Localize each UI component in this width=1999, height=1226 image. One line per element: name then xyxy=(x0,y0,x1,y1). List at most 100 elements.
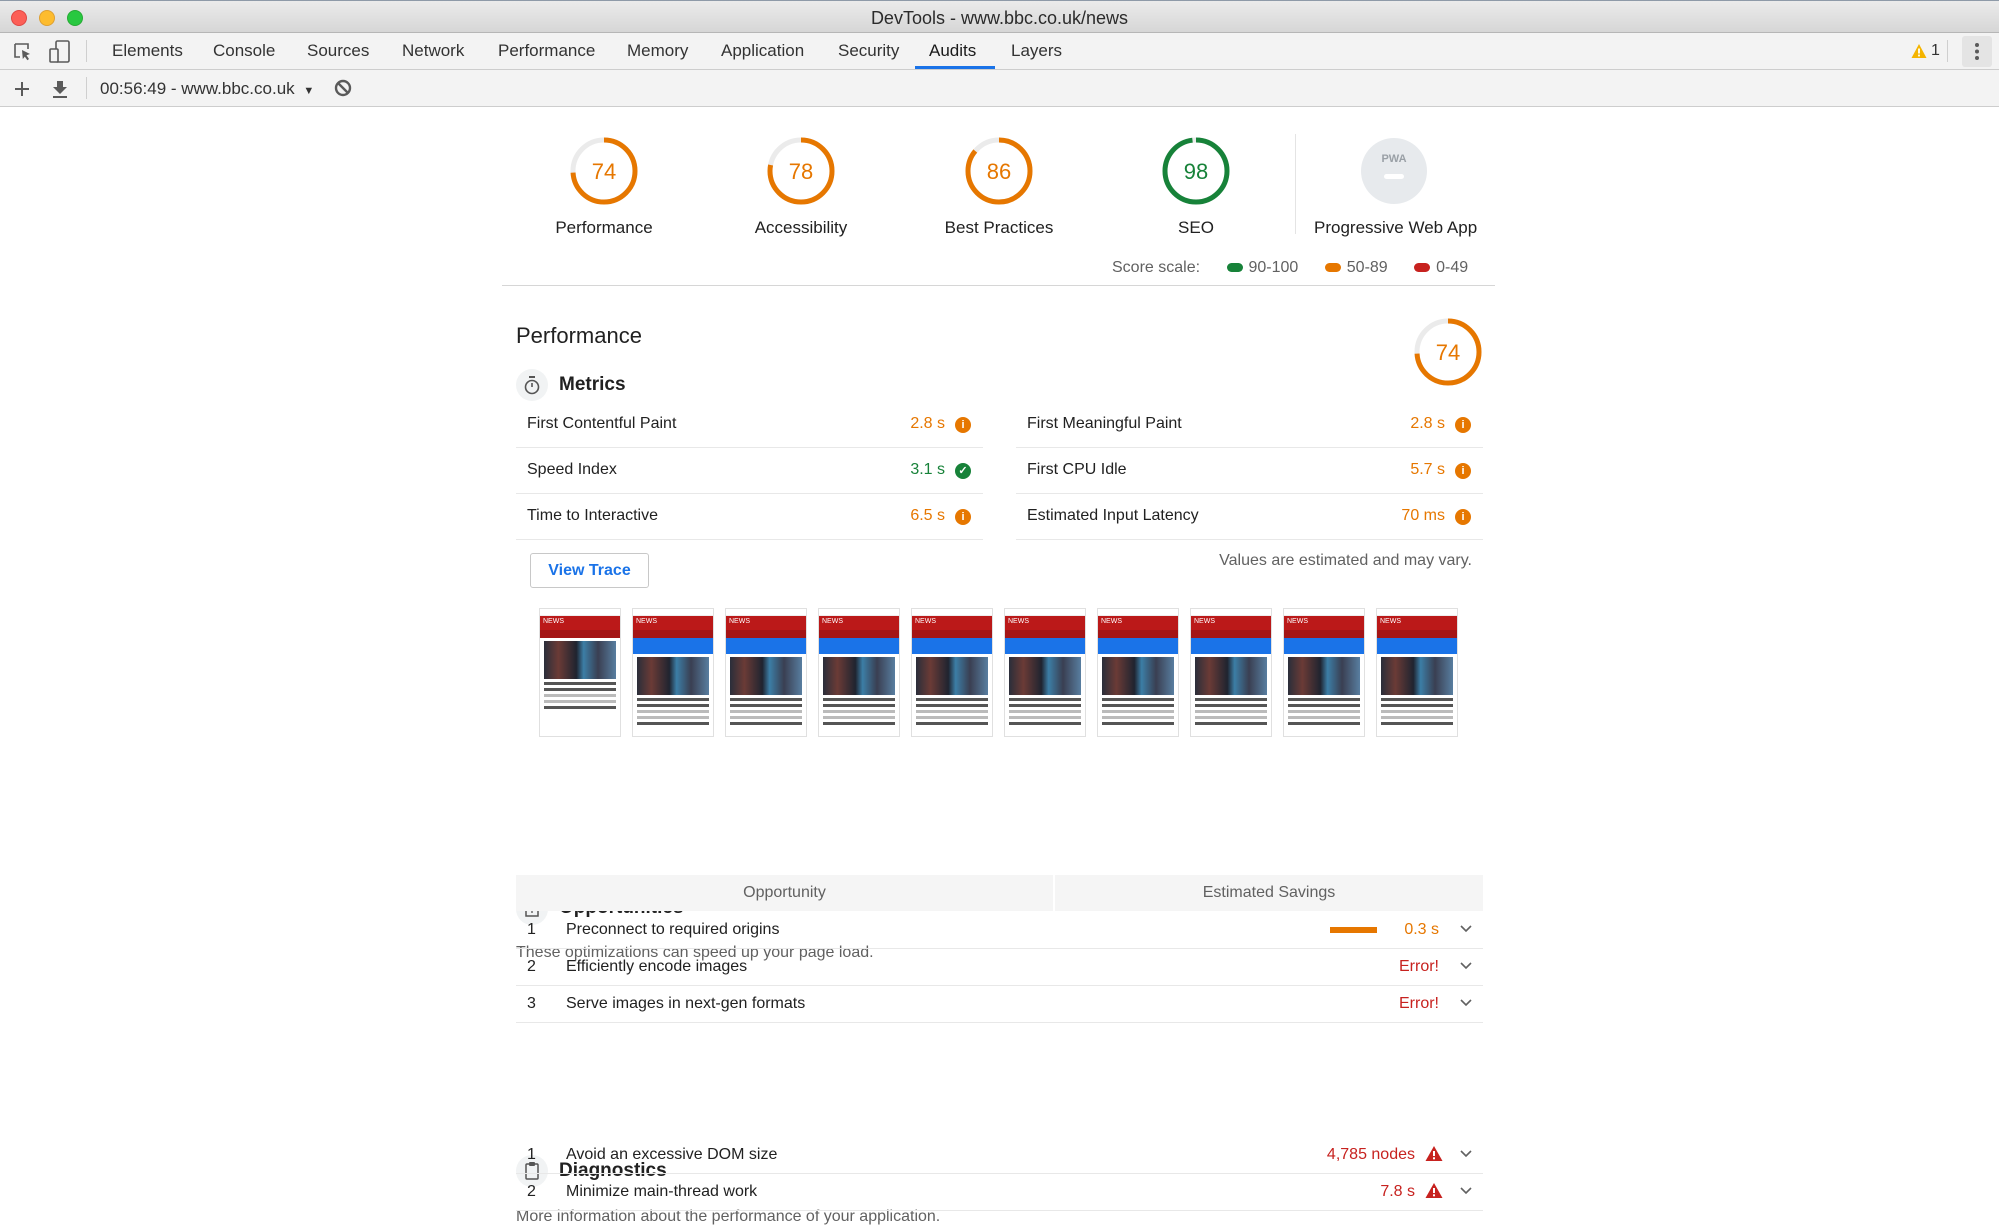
warning-triangle-icon xyxy=(1911,44,1927,58)
fail-range: 0-49 xyxy=(1436,259,1469,276)
chevron-down-icon[interactable] xyxy=(1459,1180,1473,1205)
diagnostic-row[interactable]: 2 Minimize main-thread work 7.8 s xyxy=(516,1174,1483,1211)
row-title: Minimize main-thread work xyxy=(566,1183,758,1200)
metric-value: 6.5 s xyxy=(910,507,945,524)
check-circle-icon: ✓ xyxy=(955,463,971,479)
tab-performance[interactable]: Performance xyxy=(484,33,609,69)
filmstrip-frame: NEWS xyxy=(911,608,993,737)
gauge-accessibility[interactable]: 78 Accessibility xyxy=(721,136,881,238)
row-title: Serve images in next-gen formats xyxy=(566,995,806,1012)
fail-swatch xyxy=(1414,262,1431,272)
audits-toolbar: 00:56:49 - www.bbc.co.uk ▼ xyxy=(0,70,1999,107)
score-ring: 74 xyxy=(570,137,638,205)
metric-label: First Meaningful Paint xyxy=(1027,415,1182,432)
window-title-bar: DevTools - www.bbc.co.uk/news xyxy=(0,0,1999,33)
score-ring: 98 xyxy=(1162,137,1230,205)
tab-layers[interactable]: Layers xyxy=(997,33,1076,69)
gauge-label: Performance xyxy=(555,218,653,237)
info-circle-icon: i xyxy=(955,509,971,525)
gauge-label: SEO xyxy=(1178,218,1214,237)
opportunity-row[interactable]: 2 Efficiently encode images Error! xyxy=(516,949,1483,986)
chevron-down-icon[interactable] xyxy=(1459,955,1473,980)
opportunity-row[interactable]: 3 Serve images in next-gen formats Error! xyxy=(516,986,1483,1023)
score-ring: 86 xyxy=(965,137,1033,205)
average-range: 50-89 xyxy=(1346,259,1388,276)
tab-application[interactable]: Application xyxy=(707,33,818,69)
savings-bar xyxy=(1330,927,1377,933)
filmstrip-frame: NEWS xyxy=(1376,608,1458,737)
gauge-performance[interactable]: 74 Performance xyxy=(524,136,684,238)
row-number: 1 xyxy=(527,1146,536,1163)
performance-section-title: Performance xyxy=(516,323,642,348)
tab-console[interactable]: Console xyxy=(199,33,289,69)
tab-network[interactable]: Network xyxy=(388,33,478,69)
report-selector[interactable]: 00:56:49 - www.bbc.co.uk ▼ xyxy=(100,79,314,99)
filmstrip-frame: NEWS xyxy=(1097,608,1179,737)
svg-text:74: 74 xyxy=(1436,340,1460,365)
download-icon[interactable] xyxy=(50,79,70,104)
section-divider xyxy=(502,285,1495,286)
window-title: DevTools - www.bbc.co.uk/news xyxy=(870,8,1129,28)
row-number: 3 xyxy=(527,995,536,1012)
pwa-badge-icon: PWA xyxy=(1361,138,1427,204)
metric-label: First Contentful Paint xyxy=(527,415,677,432)
row-number: 1 xyxy=(527,921,536,938)
gauge-label: Progressive Web App xyxy=(1314,218,1478,237)
plus-icon[interactable] xyxy=(12,79,32,104)
tab-security[interactable]: Security xyxy=(824,33,913,69)
info-circle-icon: i xyxy=(955,417,971,433)
tab-audits[interactable]: Audits xyxy=(915,33,995,69)
warning-triangle-icon xyxy=(1425,1145,1443,1167)
tab-elements[interactable]: Elements xyxy=(98,33,197,69)
row-value: 0.3 s xyxy=(1404,921,1439,938)
metric-row: Estimated Input Latency 70 ms i xyxy=(1016,494,1483,540)
warning-triangle-icon xyxy=(1425,1182,1443,1204)
score-ring: 74 xyxy=(1414,318,1482,386)
svg-text:74: 74 xyxy=(592,159,616,184)
estimate-note: Values are estimated and may vary. xyxy=(1219,552,1472,569)
filmstrip-frame: NEWS xyxy=(1004,608,1086,737)
warnings-counter[interactable]: 1 xyxy=(1911,42,1940,60)
report-selector-label: 00:56:49 - www.bbc.co.uk xyxy=(100,79,295,98)
gauge-label: Best Practices xyxy=(944,218,1054,237)
tab-sources[interactable]: Sources xyxy=(293,33,383,69)
kebab-menu-icon[interactable] xyxy=(1962,36,1992,67)
opportunity-row[interactable]: 1 Preconnect to required origins 0.3 s xyxy=(516,912,1483,949)
filmstrip-frame: NEWS xyxy=(539,608,621,737)
svg-text:78: 78 xyxy=(789,159,813,184)
chevron-down-icon[interactable] xyxy=(1459,1143,1473,1168)
gauge-seo[interactable]: 98 SEO xyxy=(1116,136,1276,238)
chevron-down-icon[interactable] xyxy=(1459,918,1473,943)
opportunities-table-header: Opportunity Estimated Savings xyxy=(516,875,1483,911)
gauge-label: Accessibility xyxy=(754,218,848,237)
metric-value: 3.1 s xyxy=(910,461,945,478)
filmstrip-frame: NEWS xyxy=(632,608,714,737)
metric-row: First Meaningful Paint 2.8 s i xyxy=(1016,402,1483,448)
metric-value: 2.8 s xyxy=(1410,415,1445,432)
tab-memory[interactable]: Memory xyxy=(613,33,702,69)
device-toolbar-icon[interactable] xyxy=(48,39,72,70)
row-title: Efficiently encode images xyxy=(566,958,748,975)
inspect-element-icon[interactable] xyxy=(12,41,34,68)
toolbar-divider xyxy=(1947,40,1948,62)
filmstrip-frame: NEWS xyxy=(1190,608,1272,737)
metric-value: 5.7 s xyxy=(1410,461,1445,478)
dropdown-arrow-icon: ▼ xyxy=(303,85,315,97)
metric-row: Speed Index 3.1 s ✓ xyxy=(516,448,983,494)
chevron-down-icon[interactable] xyxy=(1459,992,1473,1017)
gauge-best-practices[interactable]: 86 Best Practices xyxy=(919,136,1079,238)
view-trace-button[interactable]: View Trace xyxy=(530,553,649,588)
warning-count: 1 xyxy=(1931,42,1940,59)
row-number: 2 xyxy=(527,1183,536,1200)
metric-value: 70 ms xyxy=(1401,507,1445,524)
row-value: 7.8 s xyxy=(1380,1183,1415,1200)
audit-report: 74 Performance 78 Accessibility 86 Best … xyxy=(0,107,1999,1225)
clear-icon[interactable] xyxy=(333,78,353,103)
metric-row: First Contentful Paint 2.8 s i xyxy=(516,402,983,448)
gauge-pwa[interactable]: PWA Progressive Web App xyxy=(1314,136,1478,238)
metric-row: First CPU Idle 5.7 s i xyxy=(1016,448,1483,494)
svg-text:86: 86 xyxy=(987,159,1011,184)
diagnostic-row[interactable]: 1 Avoid an excessive DOM size 4,785 nodes xyxy=(516,1137,1483,1174)
toolbar-divider xyxy=(86,77,87,99)
metric-label: First CPU Idle xyxy=(1027,461,1127,478)
